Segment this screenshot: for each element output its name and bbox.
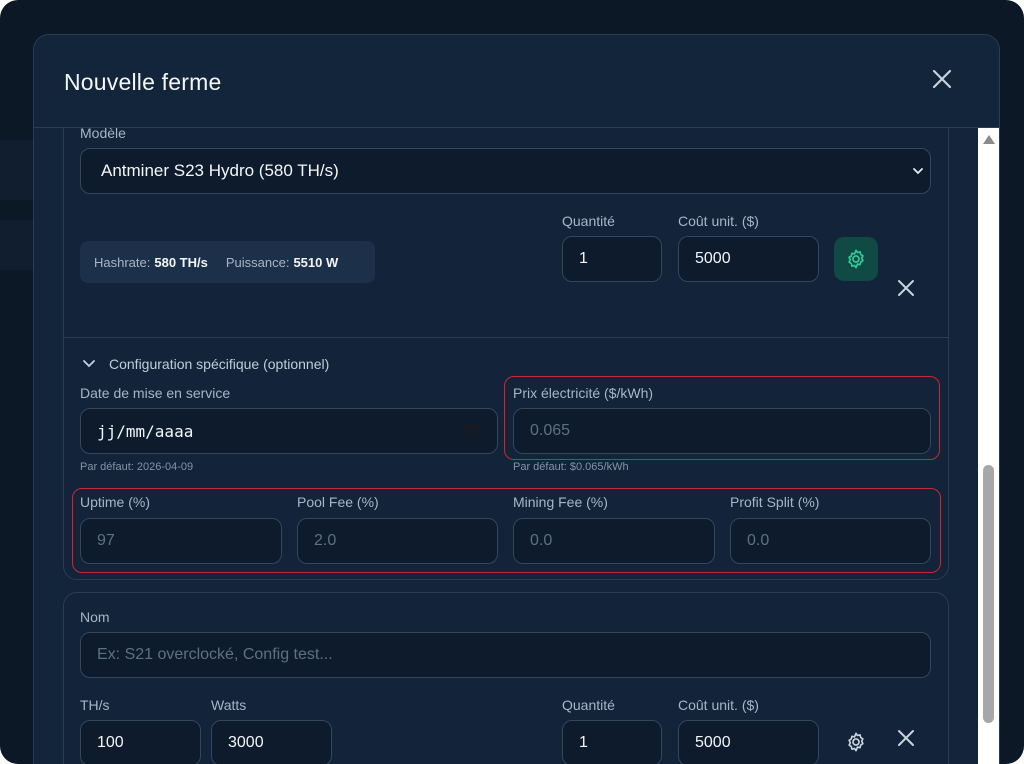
model-label: Modèle: [80, 128, 126, 141]
new-farm-modal: Nouvelle ferme Modèle Antminer S23 Hydro…: [33, 34, 1000, 764]
settings-button[interactable]: [834, 720, 878, 764]
electricity-highlight: [504, 376, 940, 460]
power-value: 5510 W: [293, 254, 339, 270]
unit-cost-label: Coût unit. ($): [678, 697, 759, 713]
date-label: Date de mise en service: [80, 385, 231, 401]
quantity-label: Quantité: [562, 213, 615, 229]
hashrate-value: 580 TH/s: [154, 254, 208, 270]
unit-cost-value: 5000: [695, 250, 731, 267]
remove-machine-button[interactable]: [895, 277, 917, 299]
unit-cost-input[interactable]: 5000: [678, 236, 819, 282]
chevron-down-icon: [83, 360, 95, 368]
ths-label: TH/s: [80, 697, 110, 713]
modal-header: Nouvelle ferme: [34, 35, 999, 128]
scrollbar[interactable]: [978, 128, 999, 764]
hashrate-label: Hashrate:: [94, 254, 151, 270]
close-modal-button[interactable]: [930, 67, 954, 91]
config-toggle[interactable]: Configuration spécifique (optionnel): [82, 354, 329, 374]
scrollbar-thumb[interactable]: [983, 465, 994, 723]
section-divider: [64, 337, 948, 338]
power-label: Puissance:: [225, 254, 290, 270]
close-icon: [898, 730, 914, 746]
close-icon: [898, 280, 914, 296]
name-placeholder: Ex: S21 overclocké, Config test...: [97, 646, 333, 663]
date-hint: Par défaut: 2026-04-09: [80, 461, 194, 473]
watts-input[interactable]: 3000: [211, 720, 332, 764]
quantity-input[interactable]: 1: [562, 720, 662, 764]
name-label: Nom: [80, 609, 110, 625]
gear-icon: [848, 249, 864, 269]
model-select-value: Antminer S23 Hydro (580 TH/s): [101, 161, 339, 180]
chevron-down-icon: [913, 168, 923, 175]
watts-label: Watts: [211, 697, 247, 713]
unit-cost-label: Coût unit. ($): [678, 213, 759, 229]
gear-icon: [848, 732, 864, 752]
date-value: jj/mm/aaaa: [97, 421, 194, 441]
quantity-label: Quantité: [562, 697, 615, 713]
unit-cost-input[interactable]: 5000: [678, 720, 819, 764]
remove-machine-button[interactable]: [895, 727, 917, 749]
name-input[interactable]: Ex: S21 overclocké, Config test...: [80, 632, 931, 678]
scroll-up-arrow-icon[interactable]: [983, 135, 995, 144]
quantity-input[interactable]: 1: [562, 236, 662, 282]
date-input[interactable]: jj/mm/aaaa: [80, 408, 498, 454]
model-select[interactable]: Antminer S23 Hydro (580 TH/s): [80, 148, 931, 194]
watts-value: 3000: [228, 734, 264, 751]
machine-specs-box: Hashrate: 580 TH/s Puissance: 5510 W: [80, 241, 375, 283]
electricity-price-hint: Par défaut: $0.065/kWh: [513, 461, 629, 473]
config-toggle-label: Configuration spécifique (optionnel): [109, 356, 330, 372]
quantity-value: 1: [579, 250, 588, 267]
ths-input[interactable]: 100: [80, 720, 201, 764]
fees-highlight: [72, 488, 941, 573]
close-icon: [932, 69, 952, 89]
unit-cost-value: 5000: [695, 734, 731, 751]
settings-button[interactable]: [834, 237, 878, 281]
modal-content: Modèle Antminer S23 Hydro (580 TH/s) Has…: [34, 128, 978, 764]
ths-value: 100: [97, 734, 124, 751]
modal-title: Nouvelle ferme: [64, 69, 222, 95]
quantity-value: 1: [579, 734, 588, 751]
calendar-icon[interactable]: [465, 424, 479, 438]
